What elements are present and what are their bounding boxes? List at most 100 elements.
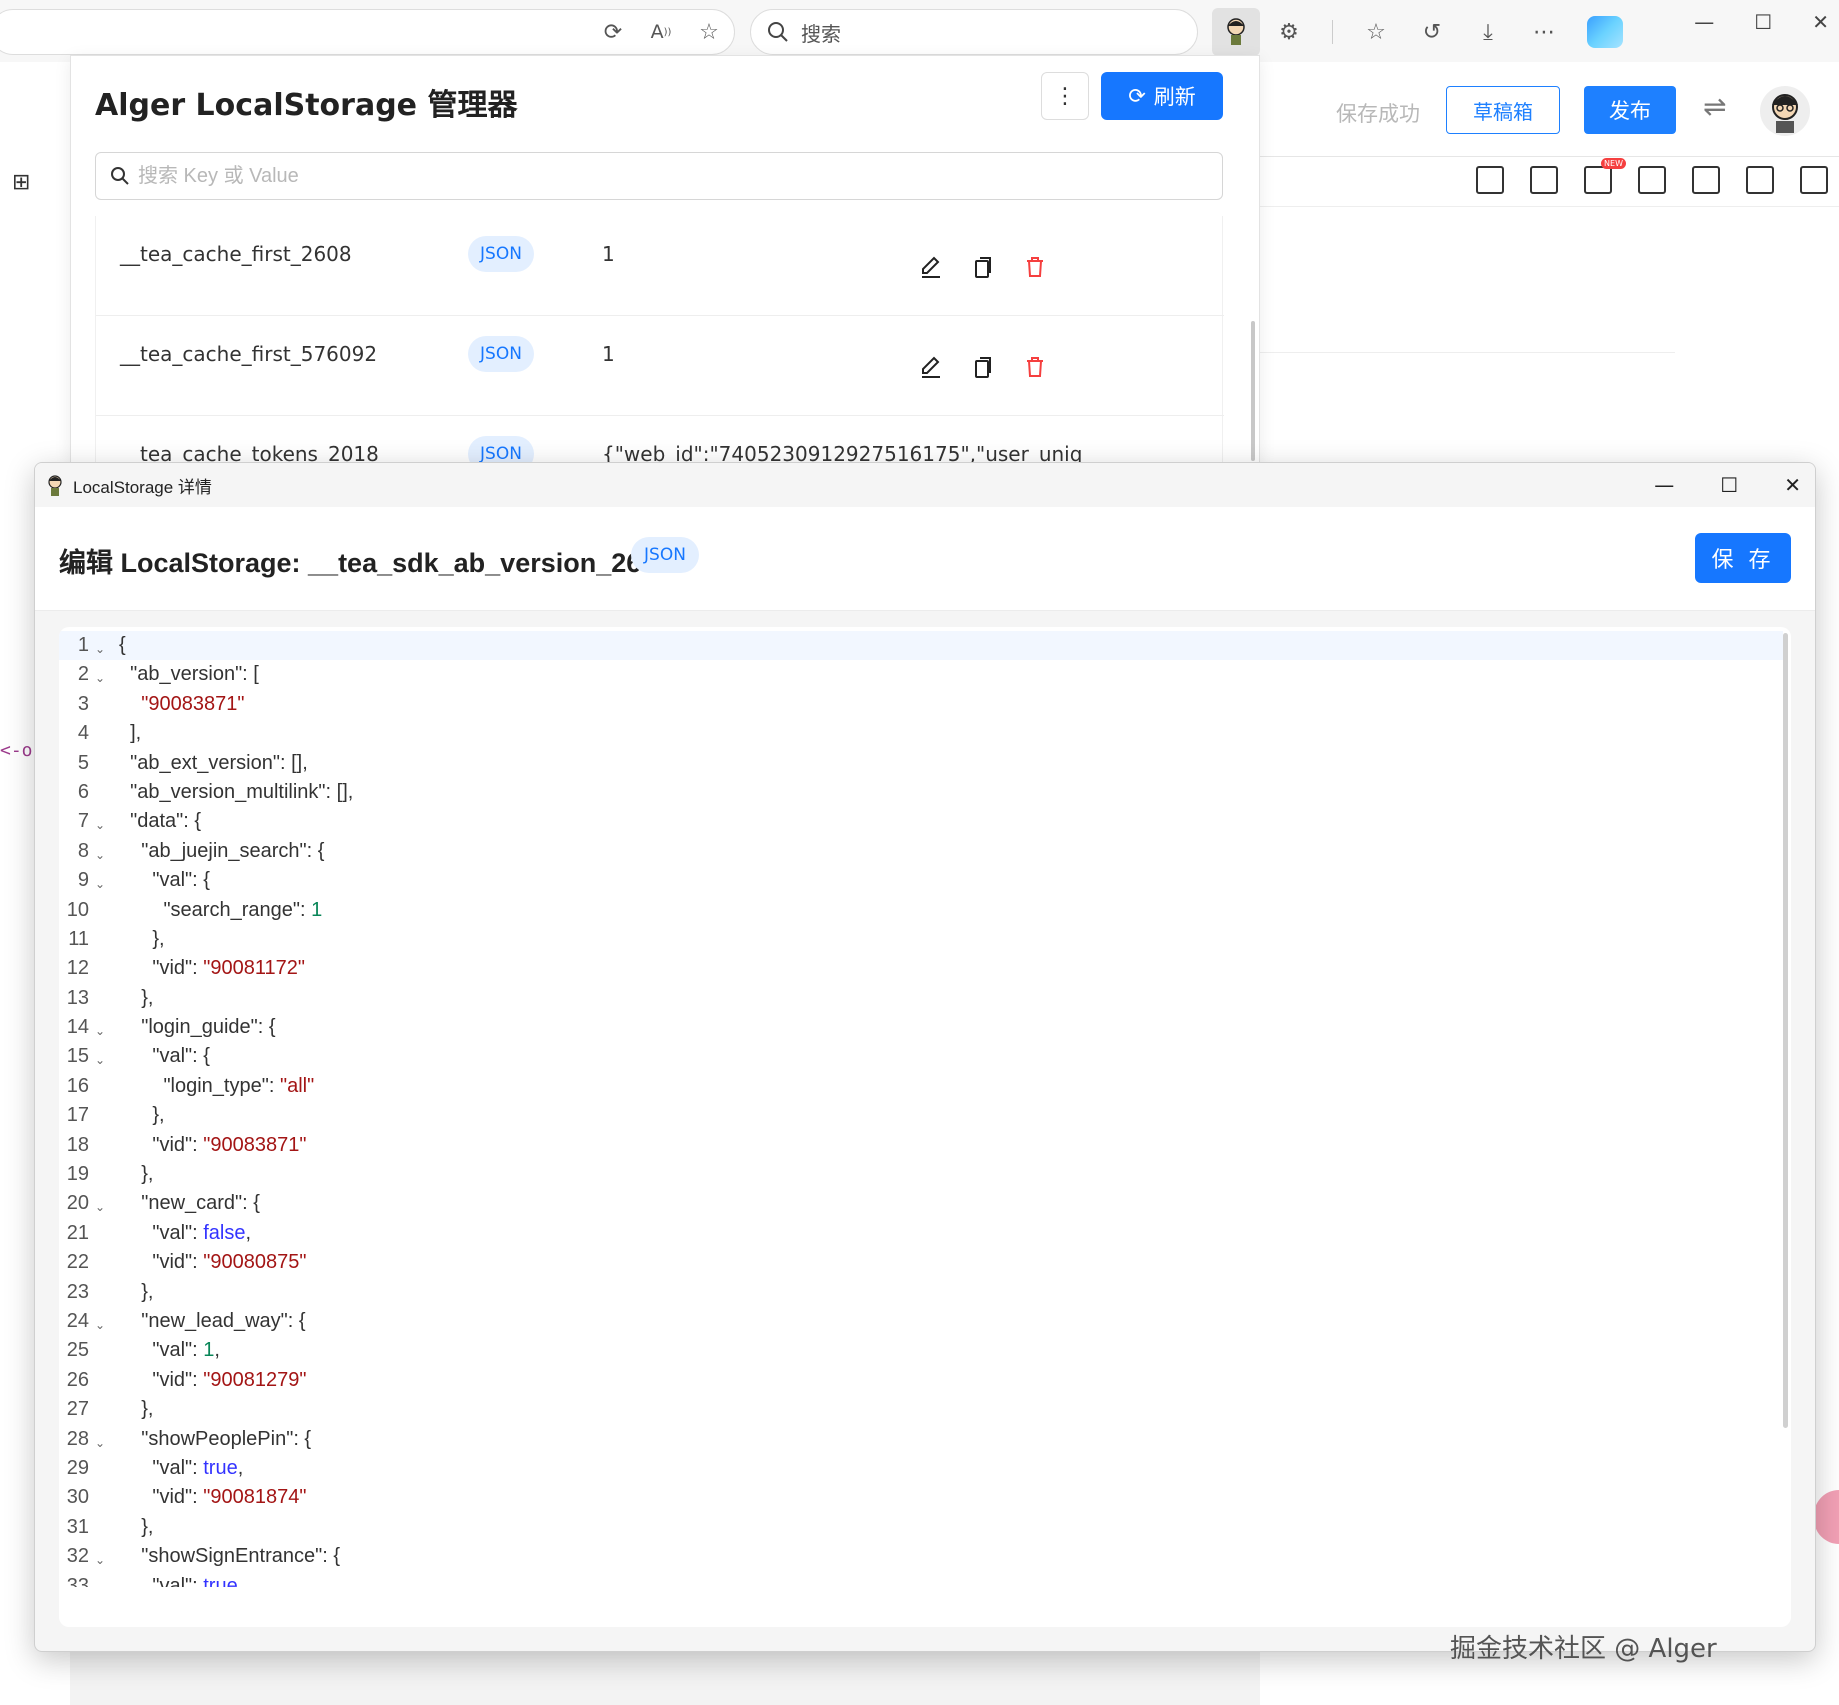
extension-avatar-icon[interactable]: [1212, 8, 1260, 56]
code-line: 12 "vid": "90081172": [59, 954, 1783, 983]
code-text: "ab_version_multilink": [],: [130, 780, 354, 803]
code-text: {: [119, 634, 126, 656]
line-number: 13: [66, 986, 89, 1009]
user-avatar[interactable]: [1760, 86, 1810, 136]
line-number: 9: [77, 869, 89, 892]
line-number: 3: [77, 692, 89, 715]
code-line: 31 },: [59, 1513, 1783, 1542]
drafts-button[interactable]: 草稿箱: [1446, 86, 1560, 134]
code-text: },: [119, 1280, 154, 1303]
line-number: 16: [66, 1074, 89, 1097]
code-text: "vid": "90081279": [152, 1368, 307, 1391]
code-line: 32 ⌄ "showSignEntrance": {: [59, 1542, 1783, 1571]
address-bar-actions: ⟳ A)) ☆: [600, 9, 722, 55]
code-text: "vid": "90081172": [152, 957, 305, 980]
code-text: ],: [119, 722, 142, 745]
code-line: 23 },: [59, 1278, 1783, 1307]
title-divider: [1260, 352, 1675, 353]
code-line: 29 "val": true,: [59, 1454, 1783, 1483]
code-line: 21 "val": false,: [59, 1219, 1783, 1248]
line-number: 28: [66, 1427, 89, 1450]
copy-icon[interactable]: [968, 352, 998, 382]
favorite-star-icon[interactable]: ☆: [696, 19, 722, 45]
code-line: 5 "ab_ext_version": [],: [59, 749, 1783, 778]
toolbar-divider: [1260, 206, 1839, 207]
line-number: 14: [66, 1016, 89, 1039]
code-line: 16 "login_type": "all": [59, 1072, 1783, 1101]
edit-icon[interactable]: [916, 252, 946, 282]
search-icon: [768, 22, 788, 42]
code-line: 27 },: [59, 1395, 1783, 1424]
publish-button[interactable]: 发布: [1584, 86, 1676, 134]
minimize-icon[interactable]: —: [1654, 473, 1674, 497]
delete-icon[interactable]: [1020, 252, 1050, 282]
save-button[interactable]: 保 存: [1695, 533, 1791, 583]
code-line: 20 ⌄ "new_card": {: [59, 1189, 1783, 1218]
code-line: 14 ⌄ "login_guide": {: [59, 1013, 1783, 1042]
line-number: 1: [77, 634, 89, 656]
browser-toolbar-icons: ⚙ ☆ ↺ ⤓ ⋯: [1276, 12, 1623, 52]
maximize-icon[interactable]: ☐: [1754, 10, 1772, 34]
type-badge: JSON: [468, 236, 534, 272]
copy-icon[interactable]: [968, 252, 998, 282]
close-icon[interactable]: ✕: [1784, 473, 1801, 497]
maximize-icon[interactable]: ☐: [1720, 473, 1738, 497]
code-text: },: [119, 927, 165, 950]
browser-search-box[interactable]: 搜索: [750, 9, 1198, 55]
code-text: "vid": "90083871": [152, 1133, 307, 1156]
code-line: 4 ],: [59, 719, 1783, 748]
read-aloud-icon[interactable]: A)): [648, 19, 674, 45]
type-badge: JSON: [631, 537, 699, 573]
code-line: 3 "90083871": [59, 690, 1783, 719]
code-text: "val": true,: [152, 1574, 244, 1588]
line-number: 30: [66, 1486, 89, 1509]
more-icon[interactable]: ⋯: [1531, 19, 1557, 45]
type-badge: JSON: [468, 336, 534, 372]
refresh-icon[interactable]: ⟳: [600, 19, 626, 45]
manager-scrollbar[interactable]: [1251, 321, 1255, 461]
more-options-button[interactable]: ⋮: [1041, 72, 1089, 120]
import-icon[interactable]: [1584, 158, 1626, 194]
code-text: "data": {: [130, 810, 202, 833]
save-status: 保存成功: [1336, 102, 1420, 126]
line-number: 7: [77, 810, 89, 833]
history-icon[interactable]: ↺: [1419, 19, 1445, 45]
detail-header: 编辑 LocalStorage: __tea_sdk_ab_version_26…: [35, 507, 1815, 611]
refresh-button[interactable]: ⟳ 刷新: [1101, 72, 1223, 120]
code-text: },: [119, 1163, 154, 1186]
edit-icon[interactable]: [916, 352, 946, 382]
code-text: "new_lead_way": {: [141, 1309, 306, 1332]
code-line: 11 },: [59, 925, 1783, 954]
feedback-icon[interactable]: [1800, 166, 1828, 194]
line-number: 19: [66, 1163, 89, 1186]
fullscreen-icon[interactable]: [1746, 166, 1774, 194]
manager-search[interactable]: [95, 152, 1223, 200]
download-icon[interactable]: ⤓: [1475, 19, 1501, 45]
delete-icon[interactable]: [1020, 352, 1050, 382]
write-only-icon[interactable]: [1692, 166, 1720, 194]
code-text: },: [119, 1515, 154, 1538]
apps-grid-icon[interactable]: ⊞: [12, 170, 30, 195]
type-badge: JSON: [468, 436, 534, 464]
line-number: 12: [66, 957, 89, 980]
code-line: 2 ⌄ "ab_version": [: [59, 660, 1783, 689]
switch-editor-icon[interactable]: ⇌: [1703, 90, 1726, 123]
json-code-editor[interactable]: 1 ⌄{2 ⌄ "ab_version": [3 "90083871" 4 ], 5 "…: [59, 631, 1783, 1587]
help-icon[interactable]: [1530, 166, 1558, 194]
editor-scrollbar[interactable]: [1783, 633, 1788, 1428]
line-number: 27: [66, 1398, 89, 1421]
storage-row: __tea_cache_tokens_2018 JSON {"web_id":"…: [96, 416, 1224, 464]
minimize-icon[interactable]: —: [1694, 10, 1714, 34]
code-line: 8 ⌄ "ab_juejin_search": {: [59, 837, 1783, 866]
preview-only-icon[interactable]: [1638, 166, 1666, 194]
code-editor-panel: 1 ⌄{2 ⌄ "ab_version": [3 "90083871" 4 ], 5 "…: [59, 627, 1791, 1627]
favorites-icon[interactable]: ☆: [1363, 19, 1389, 45]
extensions-icon[interactable]: ⚙: [1276, 19, 1302, 45]
code-text: "new_card": {: [141, 1192, 260, 1215]
close-icon[interactable]: ✕: [1812, 10, 1829, 34]
line-number: 10: [66, 898, 89, 921]
search-input[interactable]: [138, 164, 738, 188]
code-text: "val": {: [152, 1045, 210, 1068]
content-outline-icon[interactable]: [1476, 166, 1504, 194]
copilot-icon[interactable]: [1587, 16, 1623, 48]
